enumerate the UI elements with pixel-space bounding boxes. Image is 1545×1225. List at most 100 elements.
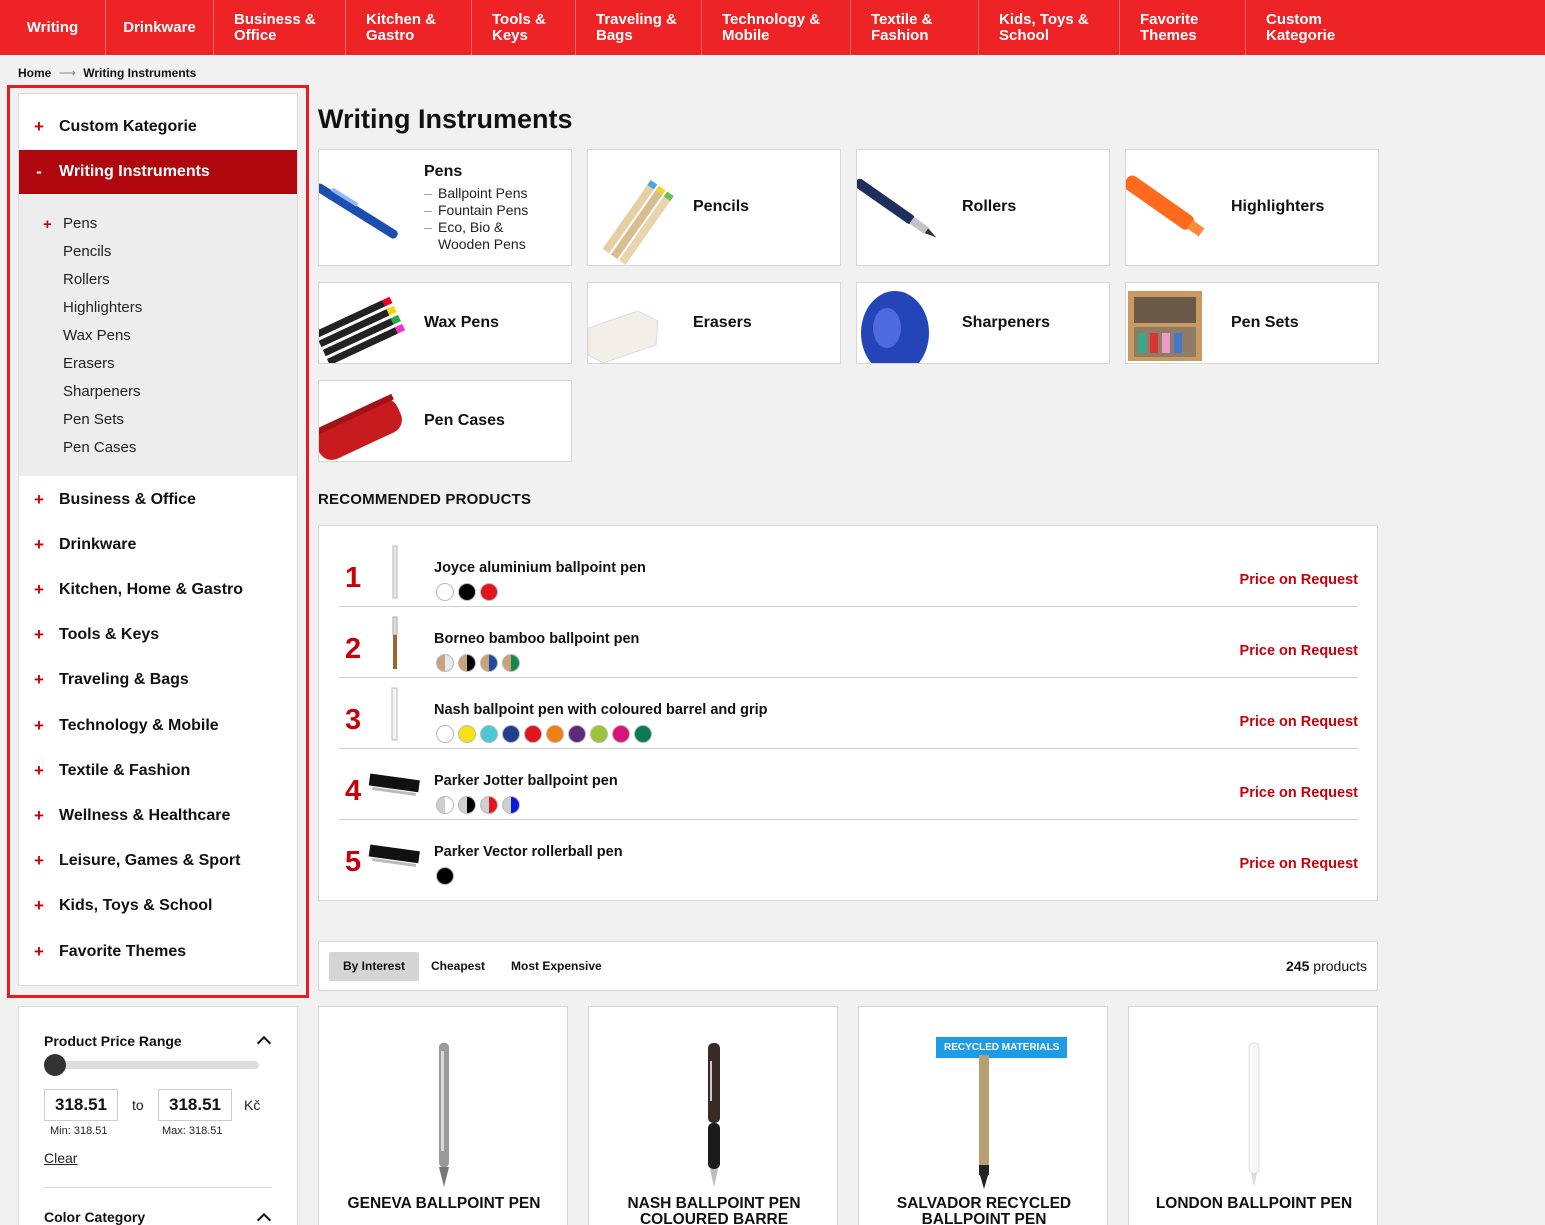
category-tile-sharpeners[interactable]: Sharpeners <box>856 282 1110 364</box>
color-swatch[interactable] <box>480 583 498 601</box>
breadcrumb-home[interactable]: Home <box>18 66 51 80</box>
color-swatch[interactable] <box>436 867 454 885</box>
category-tile-pen-cases[interactable]: Pen Cases <box>318 380 572 462</box>
category-tile-highlighters[interactable]: Highlighters <box>1125 149 1379 266</box>
product-card[interactable]: RECYCLED MATERIALS SALVADOR RECYCLED BAL… <box>858 1006 1108 1225</box>
sidebar-item-textile-fashion[interactable]: + Textile & Fashion <box>19 749 297 793</box>
product-card[interactable]: GENEVA BALLPOINT PEN <box>318 1006 568 1225</box>
price-on-request: Price on Request <box>1239 572 1358 588</box>
subitem-highlighters[interactable]: Highlighters <box>63 299 142 316</box>
nav-business-office[interactable]: Business & Office <box>214 0 346 55</box>
color-swatch[interactable] <box>502 725 520 743</box>
product-name-link[interactable]: Parker Jotter ballpoint pen <box>434 773 618 789</box>
nav-drinkware[interactable]: Drinkware <box>106 0 214 55</box>
category-tile-rollers[interactable]: Rollers <box>856 149 1110 266</box>
nav-writing[interactable]: Writing <box>0 0 106 55</box>
sidebar-item-drinkware[interactable]: + Drinkware <box>19 523 297 567</box>
expand-plus-icon[interactable]: + <box>43 216 52 233</box>
subitem-pens[interactable]: Pens <box>63 215 97 232</box>
nav-kids-toys-school[interactable]: Kids, Toys & School <box>979 0 1120 55</box>
color-swatch[interactable] <box>458 583 476 601</box>
product-name-link[interactable]: Parker Vector rollerball pen <box>434 844 623 860</box>
subitem-sharpeners[interactable]: Sharpeners <box>63 383 141 400</box>
color-swatch[interactable] <box>612 725 630 743</box>
chevron-up-icon[interactable] <box>256 1212 272 1225</box>
sidebar-item-kids[interactable]: + Kids, Toys & School <box>19 884 297 928</box>
recommended-item[interactable]: 2 Borneo bamboo ballpoint pen Price on R… <box>339 607 1358 678</box>
price-min-input[interactable]: 318.51 <box>44 1089 118 1121</box>
subitem-erasers[interactable]: Erasers <box>63 355 115 372</box>
color-swatch[interactable] <box>524 725 542 743</box>
color-swatch[interactable] <box>634 725 652 743</box>
subcat-link[interactable]: Fountain Pens <box>424 202 554 219</box>
color-swatch[interactable] <box>546 725 564 743</box>
subitem-pencils[interactable]: Pencils <box>63 243 111 260</box>
product-name: LONDON BALLPOINT PEN <box>1155 1195 1353 1212</box>
subitem-pen-sets[interactable]: Pen Sets <box>63 411 124 428</box>
category-tile-erasers[interactable]: Erasers <box>587 282 841 364</box>
subcat-link[interactable]: Eco, Bio & Wooden Pens <box>424 219 554 253</box>
subcat-link[interactable]: Ballpoint Pens <box>424 185 554 202</box>
sidebar-item-wellness[interactable]: + Wellness & Healthcare <box>19 794 297 838</box>
color-swatch[interactable] <box>480 654 498 672</box>
recommended-item[interactable]: 1 Joyce aluminium ballpoint pen Price on… <box>339 536 1358 607</box>
price-max-input[interactable]: 318.51 <box>158 1089 232 1121</box>
sort-most-expensive-button[interactable]: Most Expensive <box>497 952 616 981</box>
color-swatch[interactable] <box>480 796 498 814</box>
sidebar-item-traveling-bags[interactable]: + Traveling & Bags <box>19 658 297 702</box>
sort-cheapest-button[interactable]: Cheapest <box>417 952 499 981</box>
price-slider-handle[interactable] <box>44 1054 66 1076</box>
color-swatch[interactable] <box>480 725 498 743</box>
color-swatch[interactable] <box>458 796 476 814</box>
nav-kitchen-gastro[interactable]: Kitchen & Gastro <box>346 0 472 55</box>
category-tile-pen-sets[interactable]: Pen Sets <box>1125 282 1379 364</box>
sidebar-item-custom-kategorie[interactable]: + Custom Kategorie <box>19 105 297 149</box>
sidebar-item-tools-keys[interactable]: + Tools & Keys <box>19 613 297 657</box>
nav-tools-keys[interactable]: Tools & Keys <box>472 0 576 55</box>
recommended-item[interactable]: 5 Parker Vector rollerball pen Price on … <box>339 820 1358 891</box>
category-tile-wax-pens[interactable]: Wax Pens <box>318 282 572 364</box>
color-swatch[interactable] <box>502 654 520 672</box>
color-swatch[interactable] <box>436 725 454 743</box>
sidebar-item-leisure[interactable]: + Leisure, Games & Sport <box>19 839 297 883</box>
product-card[interactable]: NASH BALLPOINT PEN COLOURED BARRE <box>588 1006 838 1225</box>
subitem-pen-cases[interactable]: Pen Cases <box>63 439 136 456</box>
price-range-title: Product Price Range <box>44 1033 182 1049</box>
sidebar-item-kitchen[interactable]: + Kitchen, Home & Gastro <box>19 568 297 612</box>
recommended-item[interactable]: 4 Parker Jotter ballpoint pen Price on R… <box>339 749 1358 820</box>
color-swatch[interactable] <box>436 654 454 672</box>
category-tile-pens[interactable]: Pens Ballpoint Pens Fountain Pens Eco, B… <box>318 149 572 266</box>
sidebar-item-technology-mobile[interactable]: + Technology & Mobile <box>19 704 297 748</box>
color-swatch[interactable] <box>436 796 454 814</box>
subitem-rollers[interactable]: Rollers <box>63 271 110 288</box>
nav-technology-mobile[interactable]: Technology & Mobile <box>702 0 851 55</box>
product-name-link[interactable]: Joyce aluminium ballpoint pen <box>434 560 646 576</box>
price-slider-track[interactable] <box>45 1061 259 1069</box>
pens-subcategories: Ballpoint Pens Fountain Pens Eco, Bio & … <box>424 185 554 253</box>
sidebar-item-favorite-themes[interactable]: + Favorite Themes <box>19 930 297 974</box>
category-sidebar: + Custom Kategorie - Writing Instruments… <box>18 93 298 986</box>
price-min-label: Min: 318.51 <box>50 1125 108 1137</box>
nav-traveling-bags[interactable]: Traveling & Bags <box>576 0 702 55</box>
product-image <box>1248 1042 1260 1187</box>
nav-custom-kategorie[interactable]: Custom Kategorie <box>1246 0 1545 55</box>
color-swatch[interactable] <box>590 725 608 743</box>
nav-favorite-themes[interactable]: Favorite Themes <box>1120 0 1246 55</box>
product-name-link[interactable]: Nash ballpoint pen with coloured barrel … <box>434 702 768 718</box>
color-swatch[interactable] <box>458 725 476 743</box>
category-tile-pencils[interactable]: Pencils <box>587 149 841 266</box>
product-name-link[interactable]: Borneo bamboo ballpoint pen <box>434 631 639 647</box>
color-swatch[interactable] <box>436 583 454 601</box>
color-swatch[interactable] <box>502 796 520 814</box>
color-swatch[interactable] <box>568 725 586 743</box>
clear-price-link[interactable]: Clear <box>44 1150 77 1166</box>
recommended-item[interactable]: 3 Nash ballpoint pen with coloured barre… <box>339 678 1358 749</box>
subitem-wax-pens[interactable]: Wax Pens <box>63 327 131 344</box>
sidebar-item-business-office[interactable]: + Business & Office <box>19 478 297 522</box>
chevron-up-icon[interactable] <box>256 1035 272 1051</box>
nav-textile-fashion[interactable]: Textile & Fashion <box>851 0 979 55</box>
color-swatch[interactable] <box>458 654 476 672</box>
sidebar-item-writing-instruments[interactable]: - Writing Instruments <box>19 150 297 194</box>
product-card[interactable]: LONDON BALLPOINT PEN <box>1128 1006 1378 1225</box>
sort-by-interest-button[interactable]: By Interest <box>329 952 420 981</box>
